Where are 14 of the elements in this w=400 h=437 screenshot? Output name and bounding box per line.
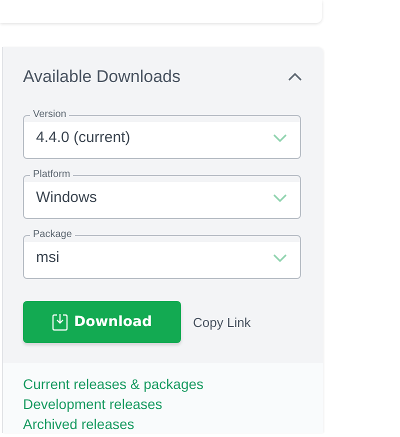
- chevron-icon: [272, 132, 288, 142]
- field-value: 4.4.0 (current): [36, 129, 130, 146]
- field-label: Platform: [32, 169, 72, 181]
- copy-link[interactable]: Copy Link: [193, 314, 251, 330]
- chevron-icon: [287, 72, 303, 82]
- field-value: Windows: [36, 189, 97, 206]
- field-label: Version: [32, 109, 68, 121]
- download-icon: [52, 313, 68, 331]
- field-value: msi: [36, 249, 60, 266]
- chevron-icon: [272, 252, 288, 262]
- field-label: Package: [32, 229, 73, 241]
- panel-title: Available Downloads: [23, 67, 181, 87]
- chevron-icon: [272, 192, 288, 202]
- collapse-button[interactable]: [287, 72, 303, 82]
